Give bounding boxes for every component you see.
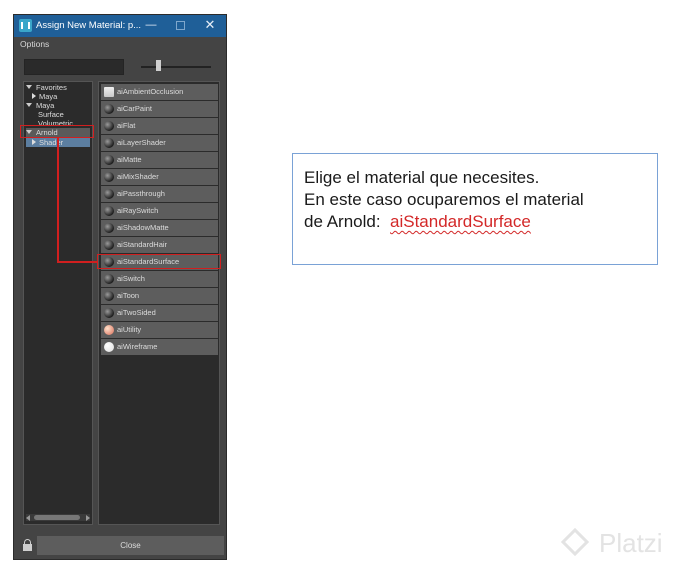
material-swatch-icon	[104, 325, 114, 335]
search-input[interactable]	[24, 59, 124, 75]
material-item-aitoon[interactable]: aiToon	[101, 288, 218, 304]
material-swatch-icon	[104, 172, 114, 182]
material-swatch-icon	[104, 342, 114, 352]
expand-arrow-icon	[26, 103, 32, 107]
platzi-logo-icon	[560, 527, 590, 557]
material-item-aistandardhair[interactable]: aiStandardHair	[101, 237, 218, 253]
options-menu[interactable]: Options	[20, 39, 49, 49]
watermark-text: Platzi	[599, 528, 663, 558]
tree-item-maya[interactable]: Maya	[26, 101, 54, 110]
maximize-button[interactable]	[171, 17, 189, 33]
scroll-right-icon[interactable]	[86, 515, 90, 521]
note-line-1: Elige el material que necesites.	[304, 168, 540, 187]
annotation-connector-line	[57, 137, 59, 263]
material-swatch-icon	[104, 155, 114, 165]
title-bar[interactable]: Assign New Material: p... — ✕	[14, 15, 226, 37]
annotation-connector-line	[57, 261, 98, 263]
note-line-3-prefix: de Arnold:	[304, 212, 381, 231]
tree-item-surface[interactable]: Surface	[38, 110, 64, 119]
material-swatch-icon	[104, 104, 114, 114]
collapse-arrow-icon	[32, 139, 36, 145]
material-swatch-icon	[104, 308, 114, 318]
material-swatch-icon	[104, 223, 114, 233]
swatch-size-slider[interactable]	[141, 66, 211, 68]
material-swatch-icon	[104, 121, 114, 131]
slider-handle[interactable]	[156, 60, 161, 71]
material-item-aiwireframe[interactable]: aiWireframe	[101, 339, 218, 355]
horizontal-scrollbar[interactable]	[26, 514, 90, 521]
instruction-callout: Elige el material que necesites. En este…	[292, 153, 658, 265]
tree-item-favorites[interactable]: Favorites	[26, 83, 67, 92]
maya-app-icon	[19, 19, 32, 32]
close-button[interactable]: Close	[37, 536, 224, 555]
note-line-2: En este caso ocuparemos el material	[304, 190, 584, 209]
bottom-bar: Close	[14, 535, 226, 559]
note-material-name: aiStandardSurface	[390, 212, 531, 231]
material-swatch-icon	[104, 274, 114, 284]
material-item-ailayershader[interactable]: aiLayerShader	[101, 135, 218, 151]
close-window-button[interactable]: ✕	[201, 17, 219, 33]
minimize-button[interactable]: —	[142, 17, 160, 33]
tree-item-favorites-maya[interactable]: Maya	[32, 92, 57, 101]
material-item-aiutility[interactable]: aiUtility	[101, 322, 218, 338]
material-item-aishadowmatte[interactable]: aiShadowMatte	[101, 220, 218, 236]
expand-arrow-icon	[26, 85, 32, 89]
assign-material-window: Assign New Material: p... — ✕ Options Fa…	[13, 14, 227, 560]
material-item-aimatte[interactable]: aiMatte	[101, 152, 218, 168]
material-swatch-icon	[104, 87, 114, 97]
material-swatch-icon	[104, 138, 114, 148]
material-swatch-icon	[104, 189, 114, 199]
material-swatch-icon	[104, 291, 114, 301]
lock-icon[interactable]	[23, 539, 32, 551]
material-item-aicarpaint[interactable]: aiCarPaint	[101, 101, 218, 117]
scroll-left-icon[interactable]	[26, 515, 30, 521]
material-item-aitwosided[interactable]: aiTwoSided	[101, 305, 218, 321]
collapse-arrow-icon	[32, 93, 36, 99]
window-title: Assign New Material: p...	[36, 20, 142, 31]
material-item-aipassthrough[interactable]: aiPassthrough	[101, 186, 218, 202]
aistandardsurface-highlight-box	[97, 254, 221, 269]
material-item-aiambientocclusion[interactable]: aiAmbientOcclusion	[101, 84, 218, 100]
material-item-aimixshader[interactable]: aiMixShader	[101, 169, 218, 185]
material-list: aiAmbientOcclusion aiCarPaint aiFlat aiL…	[98, 81, 220, 525]
material-item-aiflat[interactable]: aiFlat	[101, 118, 218, 134]
material-swatch-icon	[104, 240, 114, 250]
material-swatch-icon	[104, 206, 114, 216]
scrollbar-thumb[interactable]	[34, 515, 80, 520]
material-item-aiswitch[interactable]: aiSwitch	[101, 271, 218, 287]
material-item-airayswitch[interactable]: aiRaySwitch	[101, 203, 218, 219]
note-line-3: de Arnold: aiStandardSurface	[304, 211, 531, 233]
